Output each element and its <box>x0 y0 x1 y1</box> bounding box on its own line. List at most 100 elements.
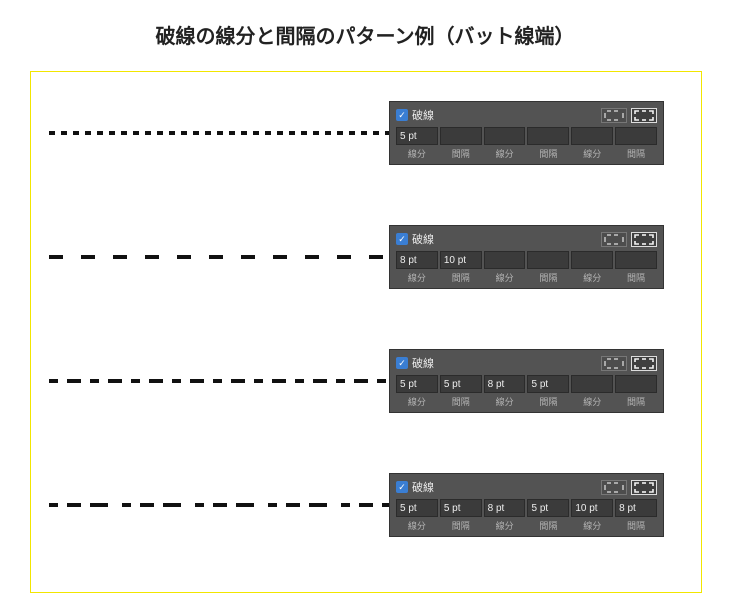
field-input[interactable] <box>615 375 657 393</box>
field-label: 間隔 <box>527 519 569 532</box>
field-input[interactable] <box>484 127 526 145</box>
example-row: ✓ 破線 5 pt 線分 5 pt 間隔 8 pt 線分 5 pt 間隔 10 … <box>49 462 683 548</box>
field-input[interactable] <box>484 251 526 269</box>
dash-checkbox-label: 破線 <box>412 479 434 495</box>
dash-checkbox-label: 破線 <box>412 107 434 123</box>
gap-length-field: 間隔 <box>527 251 569 284</box>
field-label: 間隔 <box>527 395 569 408</box>
dash-checkbox[interactable]: ✓ <box>396 357 408 369</box>
gap-length-field: 間隔 <box>615 127 657 160</box>
field-input[interactable] <box>527 251 569 269</box>
field-label: 線分 <box>484 147 526 160</box>
field-label: 線分 <box>396 395 438 408</box>
dash-align-corners-button[interactable] <box>631 480 657 495</box>
field-input[interactable]: 8 pt <box>484 499 526 517</box>
dash-length-field: 5 pt 線分 <box>396 375 438 408</box>
field-input[interactable]: 8 pt <box>396 251 438 269</box>
dash-align-corners-button[interactable] <box>631 232 657 247</box>
field-input[interactable] <box>615 251 657 269</box>
dash-checkbox[interactable]: ✓ <box>396 233 408 245</box>
gap-length-field: 5 pt 間隔 <box>527 375 569 408</box>
field-input[interactable]: 8 pt <box>615 499 657 517</box>
field-input[interactable]: 8 pt <box>484 375 526 393</box>
dash-align-none-button[interactable] <box>601 480 627 495</box>
gap-length-field: 間隔 <box>440 127 482 160</box>
field-input[interactable] <box>571 127 613 145</box>
field-input[interactable] <box>571 251 613 269</box>
field-label: 間隔 <box>440 395 482 408</box>
field-label: 線分 <box>484 519 526 532</box>
gap-length-field: 5 pt 間隔 <box>440 499 482 532</box>
field-label: 間隔 <box>527 271 569 284</box>
field-label: 間隔 <box>440 271 482 284</box>
field-label: 線分 <box>571 147 613 160</box>
dash-length-field: 線分 <box>571 251 613 284</box>
gap-length-field: 5 pt 間隔 <box>527 499 569 532</box>
field-input[interactable] <box>440 127 482 145</box>
dash-length-field: 線分 <box>571 127 613 160</box>
field-label: 線分 <box>571 519 613 532</box>
field-input[interactable] <box>571 375 613 393</box>
field-label: 線分 <box>396 519 438 532</box>
field-label: 間隔 <box>527 147 569 160</box>
field-input[interactable]: 5 pt <box>440 499 482 517</box>
gap-length-field: 間隔 <box>615 375 657 408</box>
field-label: 線分 <box>484 271 526 284</box>
stroke-dash-panel: ✓ 破線 5 pt 線分 5 pt 間隔 8 pt 線分 5 pt 間隔 10 … <box>389 473 664 537</box>
field-label: 間隔 <box>615 271 657 284</box>
dash-checkbox[interactable]: ✓ <box>396 481 408 493</box>
dash-preview <box>49 123 389 143</box>
field-input[interactable]: 5 pt <box>396 499 438 517</box>
example-row: ✓ 破線 5 pt 線分 5 pt 間隔 8 pt 線分 5 pt 間隔 線分 <box>49 338 683 424</box>
dash-length-field: 10 pt 線分 <box>571 499 613 532</box>
field-input[interactable] <box>527 127 569 145</box>
field-input[interactable] <box>615 127 657 145</box>
field-label: 間隔 <box>615 147 657 160</box>
stroke-dash-panel: ✓ 破線 5 pt 線分 間隔 線分 間隔 線分 間隔 <box>389 101 664 165</box>
dash-checkbox-label: 破線 <box>412 231 434 247</box>
dash-checkbox[interactable]: ✓ <box>396 109 408 121</box>
dash-preview <box>49 247 389 267</box>
dash-length-field: 8 pt 線分 <box>484 499 526 532</box>
dash-length-field: 5 pt 線分 <box>396 127 438 160</box>
field-input[interactable]: 10 pt <box>571 499 613 517</box>
dash-length-field: 線分 <box>484 251 526 284</box>
field-label: 間隔 <box>615 519 657 532</box>
example-row: ✓ 破線 8 pt 線分 10 pt 間隔 線分 間隔 線分 間隔 <box>49 214 683 300</box>
dash-align-corners-button[interactable] <box>631 356 657 371</box>
field-label: 線分 <box>571 395 613 408</box>
field-label: 間隔 <box>440 147 482 160</box>
field-input[interactable]: 5 pt <box>527 375 569 393</box>
stroke-dash-panel: ✓ 破線 8 pt 線分 10 pt 間隔 線分 間隔 線分 間隔 <box>389 225 664 289</box>
dash-preview <box>49 495 389 515</box>
dash-align-none-button[interactable] <box>601 356 627 371</box>
gap-length-field: 10 pt 間隔 <box>440 251 482 284</box>
field-label: 線分 <box>396 147 438 160</box>
dash-length-field: 線分 <box>484 127 526 160</box>
dash-align-none-button[interactable] <box>601 232 627 247</box>
field-input[interactable]: 5 pt <box>440 375 482 393</box>
gap-length-field: 5 pt 間隔 <box>440 375 482 408</box>
stroke-dash-panel: ✓ 破線 5 pt 線分 5 pt 間隔 8 pt 線分 5 pt 間隔 線分 <box>389 349 664 413</box>
field-input[interactable]: 5 pt <box>396 127 438 145</box>
field-input[interactable]: 10 pt <box>440 251 482 269</box>
gap-length-field: 8 pt 間隔 <box>615 499 657 532</box>
dash-length-field: 8 pt 線分 <box>396 251 438 284</box>
field-label: 間隔 <box>440 519 482 532</box>
field-label: 線分 <box>484 395 526 408</box>
field-input[interactable]: 5 pt <box>527 499 569 517</box>
field-label: 線分 <box>396 271 438 284</box>
dash-preview <box>49 371 389 391</box>
field-label: 間隔 <box>615 395 657 408</box>
gap-length-field: 間隔 <box>615 251 657 284</box>
examples-frame: ✓ 破線 5 pt 線分 間隔 線分 間隔 線分 間隔 ✓ <box>30 71 702 593</box>
dash-align-none-button[interactable] <box>601 108 627 123</box>
field-input[interactable]: 5 pt <box>396 375 438 393</box>
dash-align-corners-button[interactable] <box>631 108 657 123</box>
dash-length-field: 線分 <box>571 375 613 408</box>
example-row: ✓ 破線 5 pt 線分 間隔 線分 間隔 線分 間隔 <box>49 90 683 176</box>
dash-checkbox-label: 破線 <box>412 355 434 371</box>
field-label: 線分 <box>571 271 613 284</box>
page-title: 破線の線分と間隔のパターン例（バット線端） <box>30 20 700 49</box>
dash-length-field: 5 pt 線分 <box>396 499 438 532</box>
